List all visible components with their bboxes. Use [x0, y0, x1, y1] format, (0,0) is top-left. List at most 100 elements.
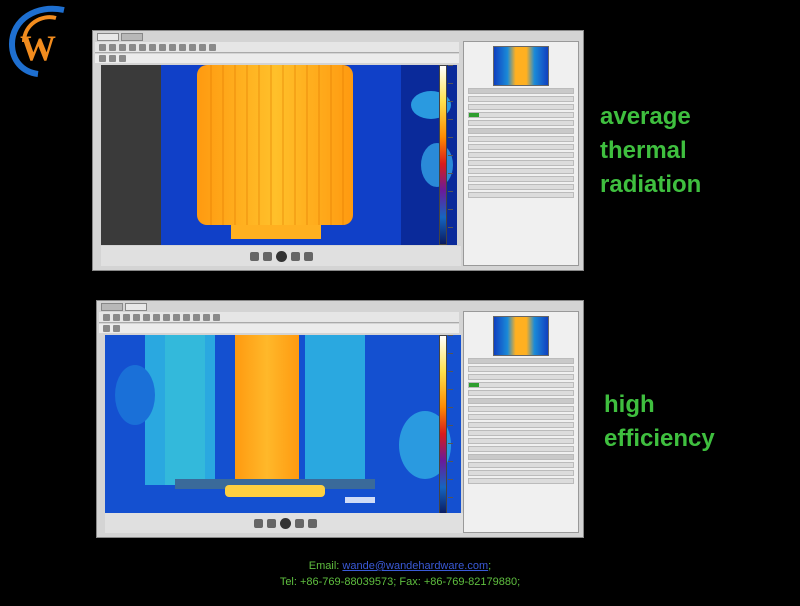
panel-row: [468, 374, 574, 380]
toolbar-tool-icon[interactable]: [143, 313, 150, 321]
color-scale-ticks: [448, 335, 460, 515]
color-scale-bar: [439, 65, 447, 245]
panel-row: [468, 366, 574, 372]
panel-row: [468, 160, 574, 166]
panel-row: [468, 406, 574, 412]
toolbar-tool-icon[interactable]: [209, 43, 216, 51]
company-logo: W: [8, 5, 65, 77]
panel-slider[interactable]: [468, 112, 574, 118]
caption-line: efficiency: [604, 425, 715, 452]
panel-row: [468, 168, 574, 174]
playback-controls: [105, 513, 465, 533]
panel-slider[interactable]: [468, 382, 574, 388]
toolbar-tool-icon[interactable]: [113, 313, 120, 321]
caption-line: high: [604, 391, 655, 418]
toolbar-tool-icon[interactable]: [123, 313, 130, 321]
toolbar-tool-icon[interactable]: [163, 313, 170, 321]
thermal-image-bottom: [105, 335, 461, 515]
prev-icon[interactable]: [249, 251, 259, 261]
tab-bar: [97, 33, 143, 41]
contact-email-line: Email: wande@wandehardware.com;: [0, 558, 800, 574]
prev-icon[interactable]: [253, 518, 263, 528]
step-forward-icon[interactable]: [290, 251, 300, 261]
caption-line: thermal: [600, 137, 687, 164]
next-icon[interactable]: [303, 251, 313, 261]
panel-row: [468, 462, 574, 468]
tab-bar: [101, 303, 147, 311]
tab-2[interactable]: [121, 33, 143, 41]
play-icon[interactable]: [275, 250, 287, 262]
panel-row: [468, 192, 574, 198]
email-link[interactable]: wande@wandehardware.com: [342, 560, 488, 572]
toolbar-tool-icon[interactable]: [109, 43, 116, 51]
panel-row: [468, 446, 574, 452]
side-panel: [463, 41, 579, 266]
toolbar-tool-icon[interactable]: [149, 43, 156, 51]
toolbar-tool-icon[interactable]: [119, 43, 126, 51]
playback-controls: [101, 246, 461, 266]
panel-row: [468, 478, 574, 484]
email-label: Email:: [308, 560, 340, 572]
toolbar-tool-icon[interactable]: [189, 43, 196, 51]
toolbar-tool-icon[interactable]: [153, 313, 160, 321]
toolbar-tool-icon[interactable]: [159, 43, 166, 51]
toolbar-tool-icon[interactable]: [129, 43, 136, 51]
caption-line: radiation: [600, 171, 702, 198]
step-forward-icon[interactable]: [294, 518, 304, 528]
step-back-icon[interactable]: [262, 251, 272, 261]
toolbar-tool-icon[interactable]: [193, 313, 200, 321]
toolbar-tool-icon[interactable]: [213, 313, 220, 321]
toolbar-tool-icon[interactable]: [99, 55, 106, 62]
toolbar-tool-icon[interactable]: [183, 313, 190, 321]
panel-header: [468, 358, 574, 364]
thermal-software-screenshot-top: [92, 30, 584, 271]
panel-row: [468, 184, 574, 190]
panel-row: [468, 96, 574, 102]
panel-header: [468, 128, 574, 134]
toolbar-tool-icon[interactable]: [173, 313, 180, 321]
thermal-image-top: [101, 65, 457, 245]
panel-header: [468, 398, 574, 404]
panel-header: [468, 454, 574, 460]
panel-row: [468, 152, 574, 158]
color-scale-ticks: [448, 65, 460, 245]
panel-row: [468, 120, 574, 126]
color-scale-bar: [439, 335, 447, 515]
toolbar-tool-icon[interactable]: [203, 313, 210, 321]
secondary-toolbar: [99, 324, 459, 333]
toolbar-tool-icon[interactable]: [179, 43, 186, 51]
toolbar-tool-icon[interactable]: [109, 55, 116, 62]
panel-row: [468, 414, 574, 420]
panel-row: [468, 136, 574, 142]
toolbar-tool-icon[interactable]: [103, 313, 110, 321]
email-suffix: ;: [488, 560, 492, 572]
toolbar-tool-icon[interactable]: [169, 43, 176, 51]
thumbnail-preview[interactable]: [493, 316, 549, 356]
step-back-icon[interactable]: [266, 518, 276, 528]
toolbar-tool-icon[interactable]: [113, 325, 120, 332]
toolbar-tool-icon[interactable]: [119, 55, 126, 62]
panel-row: [468, 470, 574, 476]
caption-high-efficiency: high efficiency: [604, 388, 715, 456]
next-icon[interactable]: [307, 518, 317, 528]
side-panel: [463, 311, 579, 533]
tab-1[interactable]: [101, 303, 123, 311]
toolbar-tool-icon[interactable]: [199, 43, 206, 51]
panel-row: [468, 422, 574, 428]
panel-row: [468, 176, 574, 182]
svg-text:W: W: [20, 28, 56, 68]
toolbar-tool-icon[interactable]: [103, 325, 110, 332]
panel-row: [468, 104, 574, 110]
caption-average-thermal-radiation: average thermal radiation: [600, 100, 701, 202]
tab-1[interactable]: [97, 33, 119, 41]
toolbar-tool-icon[interactable]: [133, 313, 140, 321]
panel-row: [468, 390, 574, 396]
play-icon[interactable]: [279, 517, 291, 529]
thermal-software-screenshot-bottom: [96, 300, 584, 538]
thumbnail-preview[interactable]: [493, 46, 549, 86]
toolbar-tool-icon[interactable]: [139, 43, 146, 51]
tab-2[interactable]: [125, 303, 147, 311]
toolbar-tool-icon[interactable]: [99, 43, 106, 51]
panel-row: [468, 144, 574, 150]
panel-row: [468, 438, 574, 444]
